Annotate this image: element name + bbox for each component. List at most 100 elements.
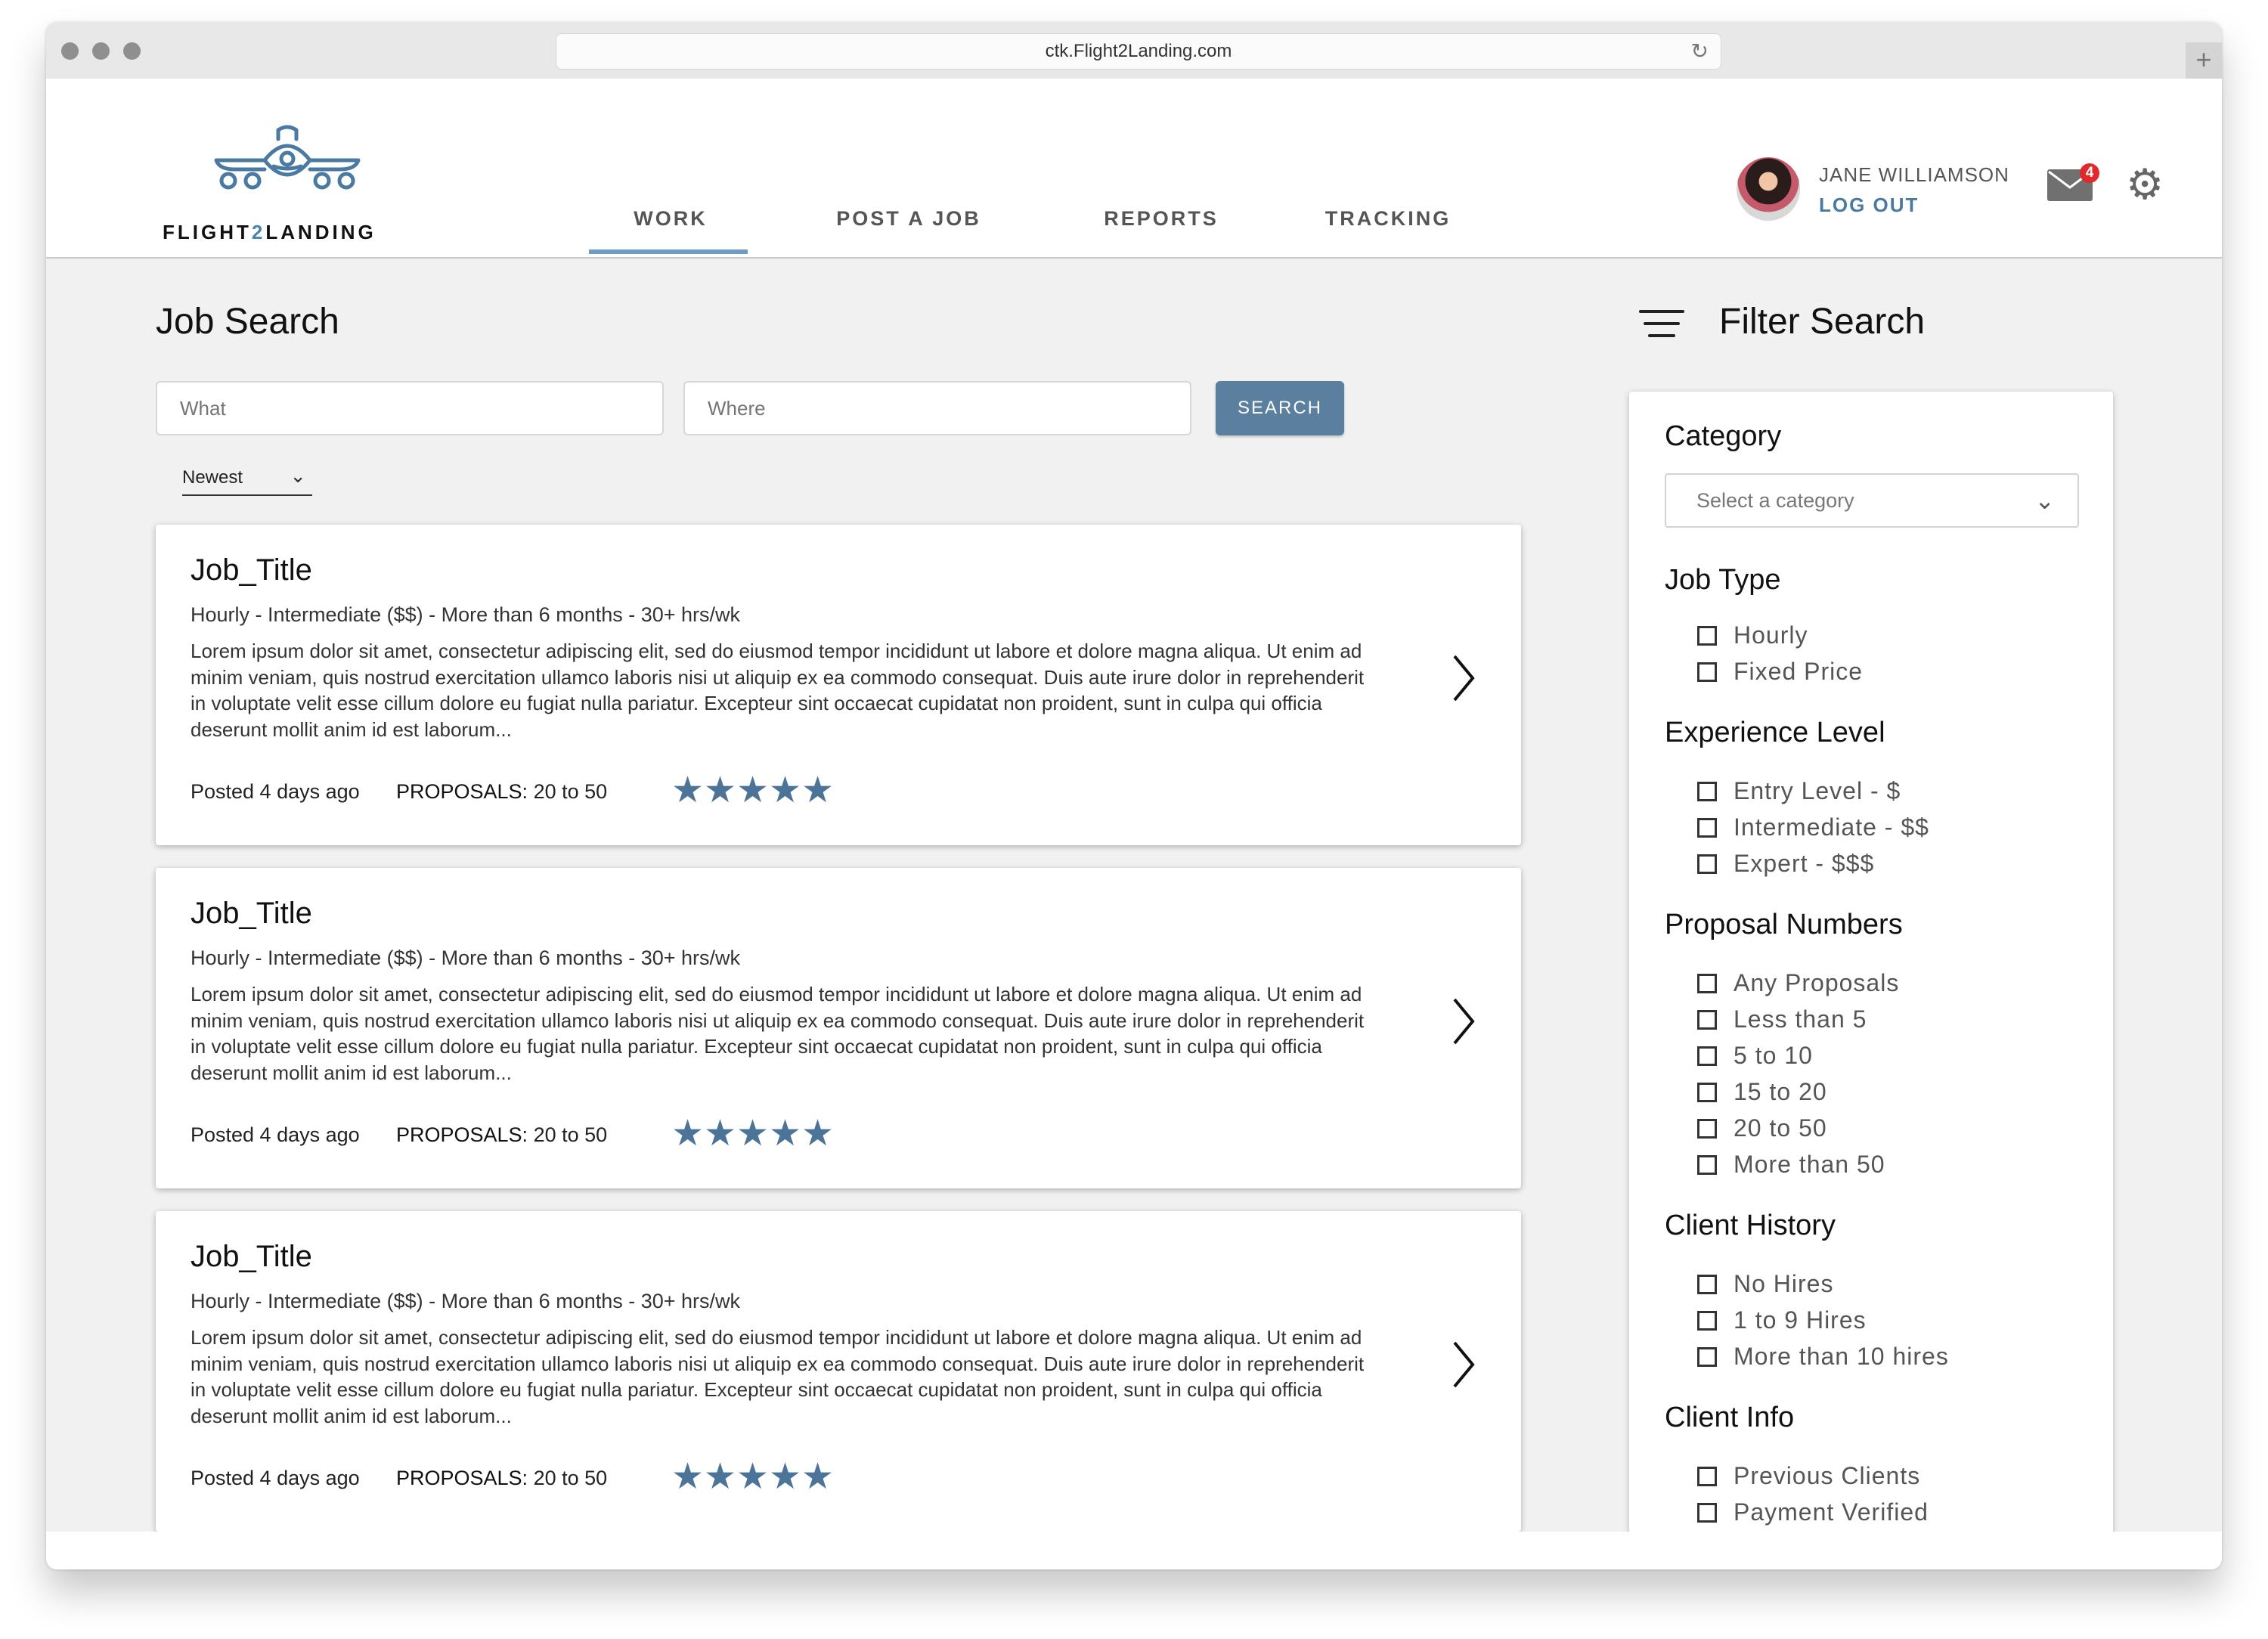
airplane-logo-icon	[214, 125, 361, 190]
proposals-option[interactable]: Any Proposals	[1697, 969, 1899, 997]
experience-option[interactable]: Intermediate - $$	[1697, 813, 1929, 841]
job-title[interactable]: Job_Title	[191, 897, 312, 931]
window-minimize-button[interactable]	[92, 42, 110, 60]
gear-icon[interactable]: ⚙	[2126, 163, 2164, 206]
chevron-right-icon[interactable]	[1448, 652, 1479, 705]
nav-reports[interactable]: REPORTS	[1097, 207, 1225, 231]
category-placeholder: Select a category	[1696, 489, 1854, 512]
option-label: More than 10 hires	[1734, 1343, 1949, 1370]
chevron-right-icon[interactable]	[1448, 995, 1479, 1048]
checkbox[interactable]	[1697, 1046, 1717, 1066]
brand-name-accent: 2	[251, 221, 266, 243]
star-icon: ★	[704, 1114, 737, 1154]
option-label: No Hires	[1734, 1270, 1834, 1297]
star-icon: ★	[801, 1114, 835, 1154]
client-history-option[interactable]: More than 10 hires	[1697, 1343, 1949, 1371]
new-tab-button[interactable]: +	[2186, 42, 2222, 79]
checkbox[interactable]	[1697, 1503, 1717, 1523]
option-label: Previous Clients	[1734, 1462, 1921, 1489]
category-select[interactable]: Select a category ⌄	[1665, 473, 2079, 528]
checkbox[interactable]	[1697, 1275, 1717, 1294]
star-icon: ★	[801, 1457, 835, 1497]
user-name: JANE WILLIAMSON	[1819, 163, 2009, 186]
brand-name: FLIGHT2LANDING	[163, 221, 376, 244]
proposals-value: 20 to 50	[533, 1123, 608, 1146]
checkbox[interactable]	[1697, 1467, 1717, 1486]
option-label: Intermediate - $$	[1734, 813, 1929, 841]
job-card[interactable]: Job_Title Hourly - Intermediate ($$) - M…	[156, 525, 1521, 845]
job-title[interactable]: Job_Title	[191, 553, 312, 587]
option-label: 20 to 50	[1734, 1114, 1827, 1142]
option-label: Entry Level - $	[1734, 777, 1901, 804]
checkbox[interactable]	[1697, 854, 1717, 874]
star-icon: ★	[769, 1457, 802, 1497]
brand-name-part: LANDING	[265, 221, 376, 243]
reload-icon[interactable]: ↻	[1691, 34, 1709, 69]
proposals-value: 20 to 50	[533, 1467, 608, 1489]
checkbox[interactable]	[1697, 1010, 1717, 1030]
job-description: Lorem ipsum dolor sit amet, consectetur …	[191, 983, 1365, 1084]
nav-work[interactable]: WORK	[633, 207, 708, 231]
client-history-option[interactable]: No Hires	[1697, 1270, 1833, 1298]
avatar[interactable]	[1737, 157, 1800, 221]
address-bar[interactable]: ctk.Flight2Landing.com ↻	[556, 33, 1721, 70]
checkbox[interactable]	[1697, 1311, 1717, 1331]
checkbox[interactable]	[1697, 818, 1717, 838]
proposals-info: PROPOSALS: 20 to 50	[396, 1467, 607, 1490]
option-label: Expert - $$$	[1734, 850, 1875, 877]
client-info-option[interactable]: Payment Verified	[1697, 1498, 1929, 1526]
job-type-option[interactable]: Fixed Price	[1697, 658, 1863, 686]
unread-count-badge: 4	[2080, 163, 2099, 183]
checkbox[interactable]	[1697, 1083, 1717, 1102]
proposals-label: PROPOSALS:	[396, 780, 528, 803]
what-input[interactable]	[156, 381, 664, 435]
checkbox[interactable]	[1697, 1119, 1717, 1139]
checkbox[interactable]	[1697, 626, 1717, 646]
window-close-button[interactable]	[61, 42, 79, 60]
sort-dropdown[interactable]: Newest ⌄	[182, 464, 312, 496]
category-heading: Category	[1665, 420, 1782, 452]
proposals-value: 20 to 50	[533, 780, 608, 803]
posted-date: Posted 4 days ago	[191, 1467, 360, 1489]
job-card[interactable]: Job_Title Hourly - Intermediate ($$) - M…	[156, 868, 1521, 1188]
checkbox[interactable]	[1697, 1347, 1717, 1367]
nav-post-a-job[interactable]: POST A JOB	[833, 207, 984, 231]
job-card[interactable]: Job_Title Hourly - Intermediate ($$) - M…	[156, 1211, 1521, 1532]
proposals-option[interactable]: 20 to 50	[1697, 1114, 1827, 1142]
checkbox[interactable]	[1697, 782, 1717, 801]
client-info-heading: Client Info	[1665, 1402, 1795, 1433]
option-label: Fixed Price	[1734, 658, 1864, 685]
logout-link[interactable]: LOG OUT	[1819, 194, 1919, 217]
star-icon: ★	[704, 1457, 737, 1497]
checkbox[interactable]	[1697, 1155, 1717, 1175]
posted-date: Posted 4 days ago	[191, 1123, 360, 1146]
where-input[interactable]	[683, 381, 1191, 435]
proposals-option[interactable]: More than 50	[1697, 1151, 1885, 1179]
job-type-option[interactable]: Hourly	[1697, 621, 1808, 649]
proposals-option[interactable]: 5 to 10	[1697, 1042, 1813, 1070]
checkbox[interactable]	[1697, 974, 1717, 993]
site-header: FLIGHT2LANDING WORK POST A JOB REPORTS T…	[46, 79, 2222, 259]
chevron-down-icon: ⌄	[290, 464, 306, 487]
job-title[interactable]: Job_Title	[191, 1240, 312, 1274]
nav-tracking[interactable]: TRACKING	[1316, 207, 1460, 231]
proposals-option[interactable]: 15 to 20	[1697, 1078, 1827, 1106]
chevron-down-icon: ⌄	[2034, 487, 2055, 514]
proposals-option[interactable]: Less than 5	[1697, 1005, 1867, 1033]
window-zoom-button[interactable]	[123, 42, 141, 60]
option-label: 5 to 10	[1734, 1042, 1813, 1069]
search-button[interactable]: SEARCH	[1216, 381, 1344, 435]
star-icon: ★	[736, 1457, 770, 1497]
rating-stars: ★★★★★	[671, 770, 834, 812]
job-meta: Hourly - Intermediate ($$) - More than 6…	[191, 947, 741, 969]
checkbox[interactable]	[1697, 662, 1717, 682]
filter-icon[interactable]	[1639, 308, 1684, 339]
experience-option[interactable]: Entry Level - $	[1697, 777, 1901, 805]
client-history-option[interactable]: 1 to 9 Hires	[1697, 1306, 1867, 1334]
star-icon: ★	[736, 770, 770, 810]
experience-option[interactable]: Expert - $$$	[1697, 850, 1874, 878]
chevron-right-icon[interactable]	[1448, 1338, 1479, 1391]
client-info-option[interactable]: Previous Clients	[1697, 1462, 1920, 1490]
job-type-heading: Job Type	[1665, 564, 1781, 596]
proposals-heading: Proposal Numbers	[1665, 909, 1903, 940]
